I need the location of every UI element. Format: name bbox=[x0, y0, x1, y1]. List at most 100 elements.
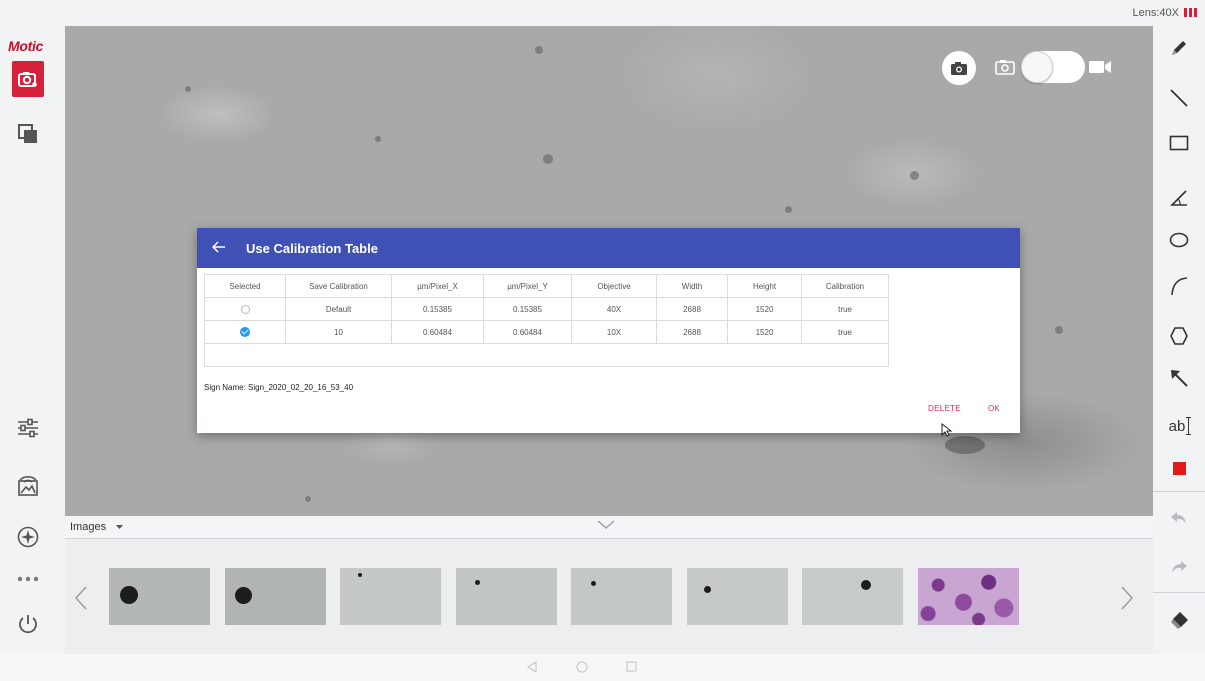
chevron-right-icon[interactable] bbox=[1121, 586, 1133, 610]
camera-mode-button[interactable] bbox=[12, 61, 44, 97]
select-cell[interactable] bbox=[204, 297, 286, 321]
image-thumbnail[interactable] bbox=[802, 568, 903, 625]
rectangle-tool[interactable] bbox=[1165, 129, 1193, 157]
dialog-title: Use Calibration Table bbox=[246, 241, 378, 256]
table-cell: Default bbox=[285, 297, 392, 321]
redo-button[interactable] bbox=[1165, 553, 1193, 581]
adjust-button[interactable] bbox=[12, 412, 44, 444]
specimen-speck bbox=[375, 136, 381, 142]
table-cell: 10X bbox=[571, 320, 657, 344]
table-cell: 10 bbox=[285, 320, 392, 344]
table-cell: true bbox=[801, 297, 889, 321]
mouse-cursor-icon bbox=[941, 423, 953, 437]
arc-tool[interactable] bbox=[1165, 272, 1193, 300]
angle-icon bbox=[1170, 190, 1187, 206]
power-icon bbox=[19, 615, 37, 634]
delete-button[interactable]: DELETE bbox=[928, 404, 961, 413]
images-panel: Images bbox=[65, 516, 1153, 654]
polygon-icon bbox=[1170, 327, 1188, 345]
specimen-speck bbox=[185, 86, 191, 92]
specimen-speck bbox=[305, 496, 311, 502]
snapshot-button[interactable] bbox=[942, 51, 976, 85]
table-cell: 1520 bbox=[727, 320, 802, 344]
table-cell: 2688 bbox=[656, 297, 728, 321]
image-thumbnail[interactable] bbox=[918, 568, 1019, 625]
left-sidebar: Motic bbox=[0, 26, 65, 654]
image-thumbnail[interactable] bbox=[456, 568, 557, 625]
caret-down-icon bbox=[116, 524, 124, 529]
images-panel-header: Images bbox=[65, 516, 1153, 539]
radio-unselected[interactable] bbox=[240, 304, 250, 314]
pencil-tool[interactable] bbox=[1165, 34, 1193, 62]
power-button[interactable] bbox=[12, 608, 44, 640]
arrow-tool[interactable] bbox=[1165, 364, 1193, 392]
select-cell[interactable] bbox=[204, 320, 286, 344]
navigate-button[interactable] bbox=[12, 521, 44, 553]
column-header: Selected bbox=[204, 274, 286, 298]
compass-icon bbox=[17, 526, 39, 548]
ellipse-icon bbox=[1169, 232, 1189, 248]
eraser-tool[interactable] bbox=[1165, 606, 1193, 634]
text-icon: ab bbox=[1168, 417, 1186, 435]
back-nav-icon[interactable] bbox=[527, 661, 537, 673]
home-nav-icon[interactable] bbox=[576, 661, 588, 673]
column-header: Calibration bbox=[801, 274, 889, 298]
back-arrow-icon[interactable] bbox=[212, 240, 226, 254]
rectangle-icon bbox=[1169, 135, 1189, 151]
table-cell: 40X bbox=[571, 297, 657, 321]
wifi-image-icon bbox=[18, 476, 38, 496]
line-tool[interactable] bbox=[1165, 84, 1193, 112]
line-icon bbox=[1170, 89, 1188, 107]
chevron-left-icon[interactable] bbox=[75, 586, 87, 610]
redo-icon bbox=[1172, 561, 1187, 573]
image-thumbnail[interactable] bbox=[571, 568, 672, 625]
specimen-speck bbox=[543, 154, 553, 164]
recents-nav-icon[interactable] bbox=[626, 661, 637, 672]
wireless-image-button[interactable] bbox=[12, 469, 44, 501]
video-mode-icon bbox=[1089, 61, 1111, 73]
text-tool[interactable]: ab bbox=[1165, 412, 1195, 440]
battery-icon bbox=[1184, 8, 1197, 17]
images-dropdown[interactable]: Images bbox=[70, 521, 124, 533]
undo-button[interactable] bbox=[1165, 504, 1193, 532]
app-logo: Motic bbox=[8, 38, 44, 54]
table-row[interactable]: Default 0.15385 0.15385 40X 2688 1520 tr… bbox=[204, 297, 889, 321]
column-header: Height bbox=[727, 274, 802, 298]
toggle-track[interactable] bbox=[1021, 51, 1085, 83]
angle-tool[interactable] bbox=[1165, 184, 1193, 212]
radio-selected[interactable] bbox=[240, 327, 250, 337]
column-header: µm/Pixel_X bbox=[391, 274, 484, 298]
arrow-icon bbox=[1171, 370, 1188, 387]
column-header: µm/Pixel_Y bbox=[483, 274, 572, 298]
color-picker[interactable] bbox=[1165, 454, 1193, 482]
annotation-toolbar: ab bbox=[1153, 26, 1205, 654]
gallery-button[interactable] bbox=[12, 118, 44, 150]
calibration-dialog: Use Calibration Table Selected Save Cali… bbox=[197, 228, 1020, 433]
chevron-down-icon[interactable] bbox=[597, 520, 615, 530]
image-thumbnail[interactable] bbox=[340, 568, 441, 625]
photo-video-toggle[interactable] bbox=[993, 51, 1113, 83]
ellipse-tool[interactable] bbox=[1165, 226, 1193, 254]
column-header: Objective bbox=[571, 274, 657, 298]
polygon-tool[interactable] bbox=[1165, 322, 1193, 350]
specimen-speck bbox=[785, 206, 792, 213]
calibration-table: Selected Save Calibration µm/Pixel_X µm/… bbox=[204, 274, 889, 367]
column-header: Width bbox=[656, 274, 728, 298]
specimen-speck bbox=[910, 171, 919, 180]
table-row[interactable]: 10 0.60484 0.60484 10X 2688 1520 true bbox=[204, 320, 889, 344]
photo-mode-icon bbox=[995, 60, 1015, 75]
ok-button[interactable]: OK bbox=[988, 404, 1000, 413]
text-cursor-icon bbox=[1186, 417, 1192, 435]
image-thumbnail[interactable] bbox=[687, 568, 788, 625]
more-button[interactable] bbox=[12, 563, 44, 595]
image-thumbnail[interactable] bbox=[225, 568, 326, 625]
toggle-knob[interactable] bbox=[1021, 51, 1053, 83]
empty-table-row bbox=[204, 343, 889, 367]
table-cell: true bbox=[801, 320, 889, 344]
image-thumbnail[interactable] bbox=[109, 568, 210, 625]
specimen-speck bbox=[1055, 326, 1063, 334]
color-swatch-icon bbox=[1172, 461, 1186, 475]
column-header: Save Calibration bbox=[285, 274, 392, 298]
specimen-speck bbox=[945, 436, 985, 454]
table-header-row: Selected Save Calibration µm/Pixel_X µm/… bbox=[204, 274, 889, 298]
